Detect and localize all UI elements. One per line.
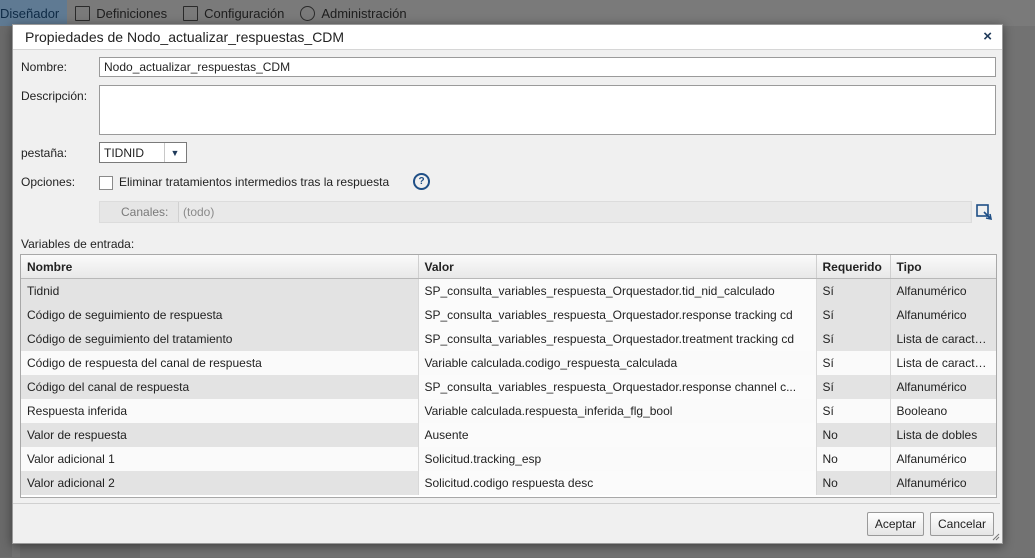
cell-requerido: Sí: [816, 375, 891, 399]
settings-icon: [183, 5, 199, 21]
tab-label: Definiciones: [96, 5, 168, 21]
chevron-down-icon[interactable]: ▼: [164, 143, 185, 162]
nombre-input[interactable]: Nodo_actualizar_respuestas_CDM: [99, 57, 996, 77]
table-row[interactable]: Respuesta inferida Variable calculada.re…: [21, 399, 996, 423]
column-header-valor[interactable]: Valor: [418, 255, 817, 279]
table-row[interactable]: Valor de respuesta Ausente No Lista de d…: [21, 423, 996, 447]
cell-valor[interactable]: Ausente: [418, 423, 817, 447]
cell-tipo: Alfanumérico: [890, 375, 996, 399]
close-icon[interactable]: ×: [983, 28, 992, 45]
opciones-label: Opciones:: [21, 175, 76, 189]
cell-valor[interactable]: Variable calculada.codigo_respuesta_calc…: [418, 351, 817, 375]
variables-label: Variables de entrada:: [21, 237, 135, 251]
dialog-title: Propiedades de Nodo_actualizar_respuesta…: [13, 25, 1002, 50]
cell-tipo: Lista de caracter...: [890, 351, 996, 375]
cell-valor[interactable]: SP_consulta_variables_respuesta_Orquesta…: [418, 327, 817, 351]
cell-requerido: Sí: [816, 399, 891, 423]
document-icon: [75, 5, 91, 21]
cell-tipo: Lista de caracter...: [890, 327, 996, 351]
cell-requerido: Sí: [816, 303, 891, 327]
app-left-panel: [0, 26, 12, 557]
users-icon: [300, 5, 316, 21]
column-header-nombre[interactable]: Nombre: [21, 255, 419, 279]
canales-label: Canales:: [121, 205, 169, 219]
cell-tipo: Alfanumérico: [890, 303, 996, 327]
cell-valor[interactable]: Variable calculada.respuesta_inferida_fl…: [418, 399, 817, 423]
cancel-button[interactable]: Cancelar: [930, 512, 994, 536]
descripcion-label: Descripción:: [21, 89, 88, 103]
table-row[interactable]: Valor adicional 1 Solicitud.tracking_esp…: [21, 447, 996, 471]
app-toolbar: Diseñador Definiciones Configuración Adm…: [0, 0, 1035, 26]
cell-tipo: Alfanumérico: [890, 447, 996, 471]
accept-button[interactable]: Aceptar: [867, 512, 924, 536]
table-header-row: Nombre Valor Requerido Tipo: [21, 255, 996, 279]
nombre-row: Nombre:: [21, 60, 99, 74]
cell-requerido: Sí: [816, 278, 891, 303]
pestana-row: pestaña:: [21, 146, 99, 160]
cell-nombre: Código de seguimiento del tratamiento: [21, 327, 419, 351]
opciones-row: Opciones:: [21, 175, 99, 189]
cell-valor[interactable]: SP_consulta_variables_respuesta_Orquesta…: [418, 303, 817, 327]
cell-tipo: Lista de dobles: [890, 423, 996, 447]
cell-nombre: Código del canal de respuesta: [21, 375, 419, 399]
cell-tipo: Booleano: [890, 399, 996, 423]
column-header-requerido[interactable]: Requerido: [816, 255, 891, 279]
cell-nombre: Tidnid: [21, 278, 419, 303]
cell-requerido: No: [816, 471, 891, 495]
canales-input: (todo): [178, 202, 970, 222]
cell-valor[interactable]: Solicitud.tracking_esp: [418, 447, 817, 471]
nombre-label: Nombre:: [21, 60, 68, 74]
cell-nombre: Valor adicional 2: [21, 471, 419, 495]
descripcion-textarea[interactable]: [99, 85, 996, 135]
cell-tipo: Alfanumérico: [890, 471, 996, 495]
table-row[interactable]: Tidnid SP_consulta_variables_respuesta_O…: [21, 278, 996, 303]
descripcion-row: Descripción:: [21, 89, 99, 103]
dialog-footer: Aceptar Cancelar: [13, 503, 1000, 544]
cell-nombre: Código de respuesta del canal de respues…: [21, 351, 419, 375]
table-row[interactable]: Código de seguimiento del tratamiento SP…: [21, 327, 996, 351]
tab-administracion[interactable]: Administración: [292, 0, 414, 26]
cell-requerido: No: [816, 423, 891, 447]
table-row[interactable]: Código de seguimiento de respuesta SP_co…: [21, 303, 996, 327]
tab-disenador[interactable]: Diseñador: [0, 0, 68, 26]
pestana-select[interactable]: TIDNID ▼: [99, 142, 187, 163]
eliminar-label: Eliminar tratamientos intermedios tras l…: [119, 175, 390, 189]
variables-table: Nombre Valor Requerido Tipo Tidnid SP_co…: [20, 254, 997, 498]
cell-nombre: Código de seguimiento de respuesta: [21, 303, 419, 327]
tab-label: Configuración: [204, 5, 285, 21]
table-row[interactable]: Valor adicional 2 Solicitud.codigo respu…: [21, 471, 996, 495]
select-channels-icon[interactable]: [975, 203, 993, 221]
help-icon[interactable]: ?: [413, 173, 430, 190]
table-row[interactable]: Código del canal de respuesta SP_consult…: [21, 375, 996, 399]
cell-requerido: Sí: [816, 327, 891, 351]
tab-label: Administración: [321, 5, 407, 21]
cell-tipo: Alfanumérico: [890, 278, 996, 303]
column-header-tipo[interactable]: Tipo: [890, 255, 996, 279]
cell-nombre: Respuesta inferida: [21, 399, 419, 423]
cell-nombre: Valor de respuesta: [21, 423, 419, 447]
eliminar-checkbox[interactable]: [99, 176, 113, 190]
pestana-value: TIDNID: [104, 145, 144, 160]
tab-configuracion[interactable]: Configuración: [175, 0, 292, 26]
cell-requerido: Sí: [816, 351, 891, 375]
cell-valor[interactable]: SP_consulta_variables_respuesta_Orquesta…: [418, 278, 817, 303]
resize-grip-icon[interactable]: [992, 533, 1000, 541]
tab-label: Diseñador: [0, 5, 60, 21]
table-row[interactable]: Código de respuesta del canal de respues…: [21, 351, 996, 375]
cell-requerido: No: [816, 447, 891, 471]
tab-definiciones[interactable]: Definiciones: [67, 0, 175, 26]
cell-valor[interactable]: SP_consulta_variables_respuesta_Orquesta…: [418, 375, 817, 399]
cell-valor[interactable]: Solicitud.codigo respuesta desc: [418, 471, 817, 495]
cell-nombre: Valor adicional 1: [21, 447, 419, 471]
properties-dialog: Propiedades de Nodo_actualizar_respuesta…: [12, 24, 1003, 544]
pestana-label: pestaña:: [21, 146, 68, 160]
